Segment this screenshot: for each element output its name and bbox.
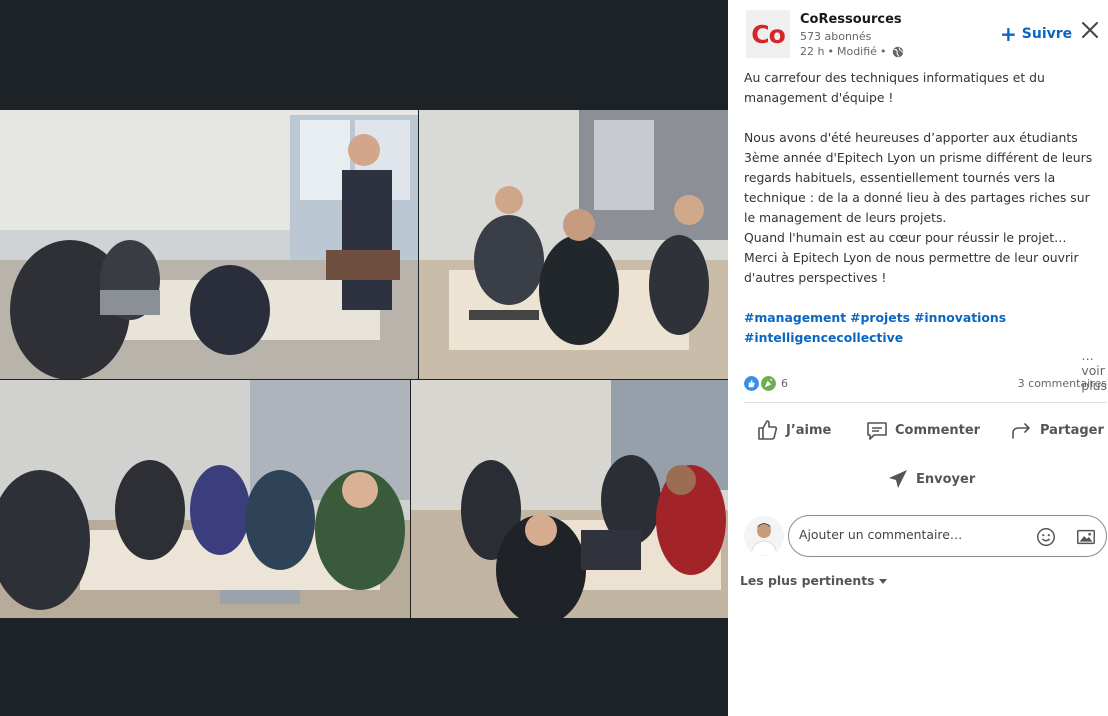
post-photo-4[interactable]	[411, 380, 728, 618]
classroom-photo-3	[0, 380, 410, 618]
share-button[interactable]: Partager	[1010, 418, 1104, 442]
author-name[interactable]: CoRessources	[800, 12, 902, 27]
reactions-count: 6	[781, 377, 788, 390]
send-label: Envoyer	[916, 471, 976, 487]
user-avatar-image	[744, 516, 784, 556]
hashtag-link[interactable]: #innovations	[914, 310, 1006, 325]
post-photo-3[interactable]	[0, 380, 410, 618]
comments-count[interactable]: 3 commentaires	[1018, 377, 1107, 390]
send-button[interactable]: Envoyer	[886, 467, 975, 491]
celebrate-reaction-icon	[761, 376, 776, 391]
image-icon[interactable]	[1075, 526, 1097, 548]
close-icon[interactable]	[1080, 20, 1100, 40]
globe-icon	[893, 46, 904, 57]
post-meta: 22 h • Modifié •	[800, 45, 904, 58]
comment-button[interactable]: Commenter	[865, 418, 980, 442]
comment-input[interactable]	[799, 527, 1019, 542]
reactions-summary[interactable]: 6	[744, 376, 788, 391]
comment-box	[788, 515, 1107, 557]
plus-icon: +	[1000, 22, 1017, 46]
follower-count: 573 abonnés	[800, 30, 872, 43]
comment-label: Commenter	[895, 422, 981, 438]
company-logo[interactable]: Co	[746, 10, 790, 58]
like-reaction-icon	[744, 376, 759, 391]
share-label: Partager	[1040, 422, 1104, 438]
edited-label: Modifié	[836, 45, 877, 58]
follow-label: Suivre	[1021, 26, 1073, 42]
emoji-icon[interactable]	[1035, 526, 1057, 548]
post-detail-panel: Co CoRessources 573 abonnés 22 h • Modif…	[728, 0, 1108, 716]
like-label: J’aime	[786, 422, 832, 438]
post-time: 22 h	[800, 45, 825, 58]
sort-label: Les plus pertinents	[740, 573, 875, 588]
hashtag-link[interactable]: #projets	[850, 310, 910, 325]
like-button[interactable]: J’aime	[756, 418, 831, 442]
classroom-photo-4	[411, 380, 728, 618]
post-photo-2[interactable]	[419, 110, 728, 379]
hashtag-link[interactable]: #intelligencecollective	[744, 330, 903, 345]
hashtags: #management #projets #innovations #intelli…	[744, 308, 1098, 348]
like-icon	[758, 420, 778, 440]
send-icon	[889, 470, 907, 488]
classroom-photo-1	[0, 110, 418, 379]
post-photo-1[interactable]	[0, 110, 418, 379]
meta-separator: •	[879, 45, 887, 58]
divider	[744, 402, 1107, 403]
classroom-photo-2	[419, 110, 728, 379]
comment-sort-dropdown[interactable]: Les plus pertinents	[740, 573, 887, 588]
post-text: Au carrefour des techniques informatique…	[744, 70, 1093, 285]
hashtag-link[interactable]: #management	[744, 310, 846, 325]
logo-text: Co	[751, 19, 786, 49]
caret-down-icon	[878, 579, 887, 584]
photo-viewer	[0, 0, 728, 716]
share-icon	[1012, 423, 1030, 439]
avatar[interactable]	[744, 516, 784, 556]
comment-icon	[867, 422, 887, 440]
meta-separator: •	[827, 45, 834, 58]
follow-button[interactable]: + Suivre	[1000, 24, 1072, 44]
